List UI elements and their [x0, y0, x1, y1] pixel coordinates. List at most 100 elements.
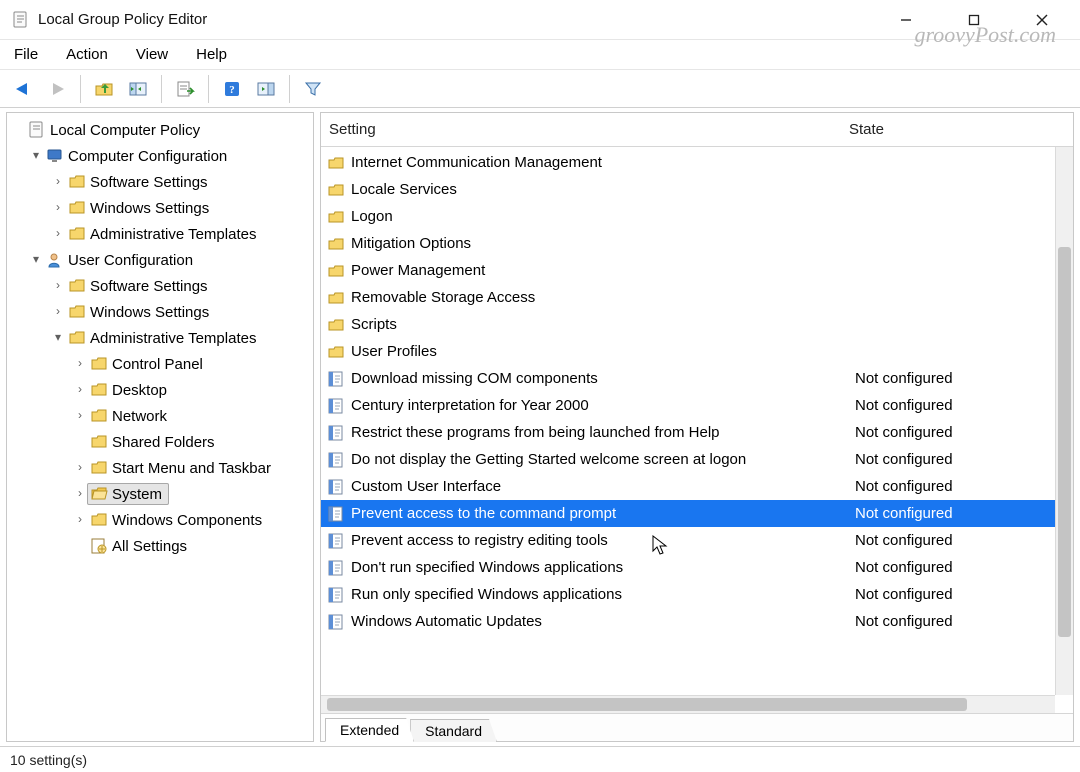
- chevron-right-icon[interactable]: ›: [73, 486, 87, 500]
- user-icon: [46, 251, 64, 269]
- folder-icon: [327, 289, 345, 307]
- chevron-right-icon[interactable]: ›: [73, 460, 87, 474]
- minimize-button[interactable]: [884, 5, 928, 35]
- tree-item[interactable]: ›Software Settings: [7, 169, 313, 195]
- column-state[interactable]: State: [839, 121, 1073, 138]
- chevron-down-icon[interactable]: ▾: [29, 252, 43, 266]
- tree-item[interactable]: › Windows Settings: [7, 195, 313, 221]
- back-button[interactable]: [8, 74, 38, 104]
- close-button[interactable]: [1020, 5, 1064, 35]
- setting-state: Not configured: [851, 559, 1073, 576]
- folder-icon: [68, 329, 86, 347]
- tree-label: Administrative Templates: [90, 330, 256, 347]
- tree-item[interactable]: ›Start Menu and Taskbar: [7, 455, 313, 481]
- list-row[interactable]: Custom User InterfaceNot configured: [321, 473, 1073, 500]
- list-row[interactable]: Run only specified Windows applicationsN…: [321, 581, 1073, 608]
- tree-item[interactable]: › Administrative Templates: [7, 221, 313, 247]
- menu-file[interactable]: File: [14, 46, 38, 63]
- scrollbar-thumb[interactable]: [327, 698, 967, 711]
- list-row-folder[interactable]: Power Management: [321, 257, 1073, 284]
- setting-state: Not configured: [851, 586, 1073, 603]
- tree-label: Windows Settings: [90, 200, 209, 217]
- help-button[interactable]: ?: [217, 74, 247, 104]
- list-row-selected[interactable]: Prevent access to the command promptNot …: [321, 500, 1073, 527]
- chevron-right-icon[interactable]: ›: [73, 408, 87, 422]
- tab-standard[interactable]: Standard: [410, 719, 497, 742]
- folder-open-icon: [90, 485, 108, 503]
- tree-item[interactable]: ›Windows Settings: [7, 299, 313, 325]
- tree-item[interactable]: Shared Folders: [7, 429, 313, 455]
- setting-icon: [327, 532, 345, 550]
- chevron-down-icon[interactable]: ▾: [29, 148, 43, 162]
- list-row-folder[interactable]: Removable Storage Access: [321, 284, 1073, 311]
- list-row[interactable]: Century interpretation for Year 2000Not …: [321, 392, 1073, 419]
- setting-name: Century interpretation for Year 2000: [351, 397, 851, 414]
- list-row-folder[interactable]: Locale Services: [321, 176, 1073, 203]
- column-setting[interactable]: Setting: [329, 121, 839, 138]
- tree-label: Windows Components: [112, 512, 262, 529]
- computer-icon: [46, 147, 64, 165]
- list-row[interactable]: Do not display the Getting Started welco…: [321, 446, 1073, 473]
- chevron-down-icon[interactable]: ▾: [51, 330, 65, 344]
- list-row-folder[interactable]: Internet Communication Management: [321, 149, 1073, 176]
- filter-button[interactable]: [298, 74, 328, 104]
- show-hide-console-tree-button[interactable]: [123, 74, 153, 104]
- chevron-right-icon[interactable]: ›: [51, 200, 65, 214]
- menu-view[interactable]: View: [136, 46, 168, 63]
- list-row-folder[interactable]: Mitigation Options: [321, 230, 1073, 257]
- list-row-folder[interactable]: User Profiles: [321, 338, 1073, 365]
- list-header[interactable]: Setting State: [321, 113, 1073, 147]
- tree-item[interactable]: ›Network: [7, 403, 313, 429]
- chevron-right-icon[interactable]: ›: [73, 382, 87, 396]
- setting-state: Not configured: [851, 532, 1073, 549]
- forward-button[interactable]: [42, 74, 72, 104]
- maximize-button[interactable]: [952, 5, 996, 35]
- list-row[interactable]: Restrict these programs from being launc…: [321, 419, 1073, 446]
- folder-icon: [327, 181, 345, 199]
- tree-item-all-settings[interactable]: All Settings: [7, 533, 313, 559]
- menu-action[interactable]: Action: [66, 46, 108, 63]
- scrollbar-thumb[interactable]: [1058, 247, 1071, 637]
- tree-label: Administrative Templates: [90, 226, 256, 243]
- folder-icon: [90, 433, 108, 451]
- tree-item[interactable]: ›Control Panel: [7, 351, 313, 377]
- tree-label: All Settings: [112, 538, 187, 555]
- tree-computer-config[interactable]: ▾ Computer Configuration: [7, 143, 313, 169]
- tree-item-system[interactable]: ›System: [7, 481, 313, 507]
- up-one-level-button[interactable]: [89, 74, 119, 104]
- tab-extended[interactable]: Extended: [325, 718, 414, 742]
- show-hide-action-pane-button[interactable]: [251, 74, 281, 104]
- chevron-right-icon[interactable]: ›: [51, 174, 65, 188]
- tree-item[interactable]: ›Software Settings: [7, 273, 313, 299]
- tree-root[interactable]: Local Computer Policy: [7, 117, 313, 143]
- tree-item[interactable]: ›Desktop: [7, 377, 313, 403]
- tree-admin-templates[interactable]: ▾ Administrative Templates: [7, 325, 313, 351]
- setting-icon: [327, 397, 345, 415]
- list-row[interactable]: Don't run specified Windows applications…: [321, 554, 1073, 581]
- console-tree[interactable]: Local Computer Policy ▾ Computer Configu…: [6, 112, 314, 742]
- menu-help[interactable]: Help: [196, 46, 227, 63]
- folder-icon: [68, 225, 86, 243]
- tree-item[interactable]: › Windows Components: [7, 507, 313, 533]
- toolbar: ?: [0, 70, 1080, 108]
- list-row-folder[interactable]: Scripts: [321, 311, 1073, 338]
- chevron-right-icon[interactable]: ›: [73, 356, 87, 370]
- folder-icon: [90, 459, 108, 477]
- tree-user-config[interactable]: ▾ User Configuration: [7, 247, 313, 273]
- chevron-right-icon[interactable]: ›: [51, 304, 65, 318]
- window-controls: [884, 5, 1068, 35]
- chevron-right-icon[interactable]: ›: [51, 278, 65, 292]
- folder-icon: [90, 407, 108, 425]
- vertical-scrollbar[interactable]: [1055, 147, 1073, 695]
- chevron-right-icon[interactable]: ›: [73, 512, 87, 526]
- list-body[interactable]: Internet Communication ManagementLocale …: [321, 147, 1073, 635]
- folder-icon: [90, 381, 108, 399]
- setting-name: Logon: [351, 208, 851, 225]
- list-row[interactable]: Prevent access to registry editing tools…: [321, 527, 1073, 554]
- list-row[interactable]: Download missing COM componentsNot confi…: [321, 365, 1073, 392]
- list-row-folder[interactable]: Logon: [321, 203, 1073, 230]
- list-row[interactable]: Windows Automatic UpdatesNot configured: [321, 608, 1073, 635]
- chevron-right-icon[interactable]: ›: [51, 226, 65, 240]
- horizontal-scrollbar[interactable]: [321, 695, 1055, 713]
- export-list-button[interactable]: [170, 74, 200, 104]
